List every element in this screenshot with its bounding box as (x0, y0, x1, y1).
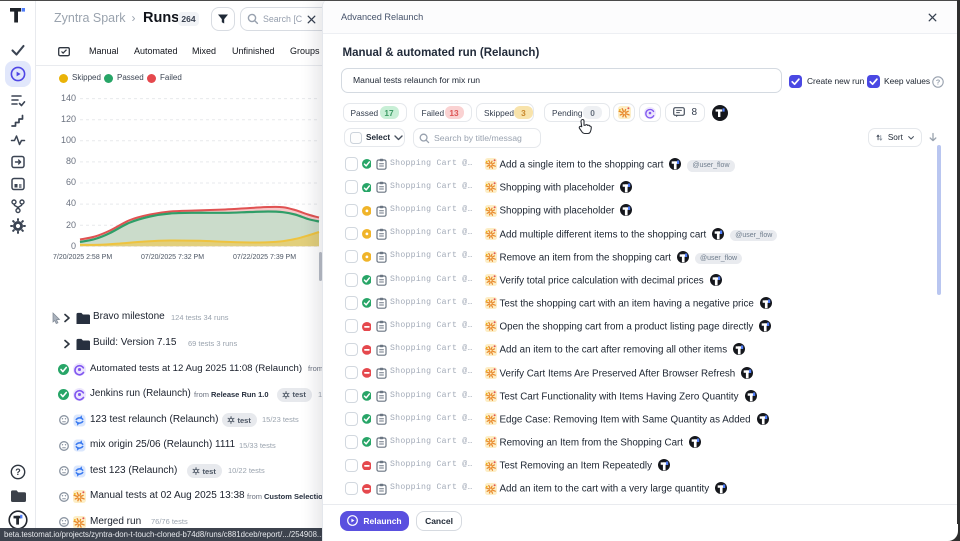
svg-text:?: ? (936, 77, 941, 86)
